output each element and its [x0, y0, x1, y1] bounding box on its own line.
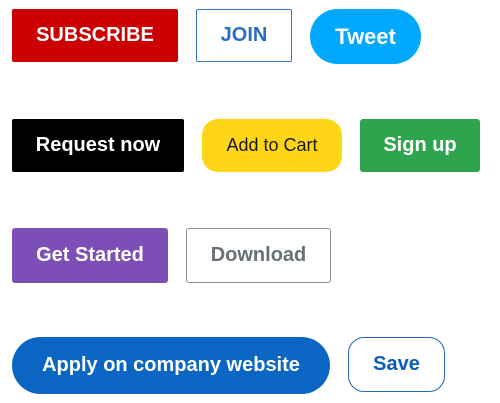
save-button[interactable]: Save: [348, 337, 445, 392]
request-now-button[interactable]: Request now: [12, 119, 184, 172]
add-to-cart-button[interactable]: Add to Cart: [202, 119, 342, 172]
get-started-button[interactable]: Get Started: [12, 228, 168, 283]
join-button[interactable]: JOIN: [196, 9, 292, 62]
tweet-button[interactable]: Tweet: [310, 9, 421, 64]
apply-on-company-website-button[interactable]: Apply on company website: [12, 337, 330, 394]
subscribe-button[interactable]: SUBSCRIBE: [12, 9, 178, 62]
sign-up-button[interactable]: Sign up: [360, 119, 480, 172]
download-button[interactable]: Download: [186, 228, 331, 283]
